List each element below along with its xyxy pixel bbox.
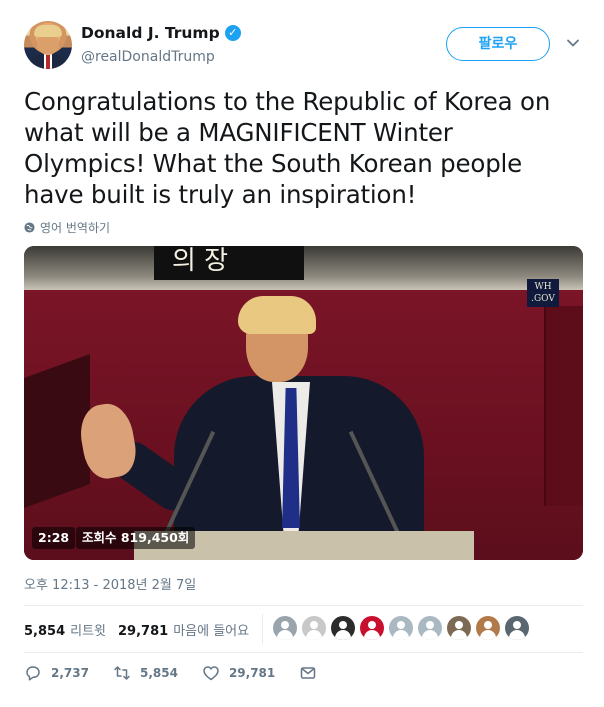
like-count: 29,781	[228, 666, 276, 680]
watermark-line1: WH	[534, 282, 552, 292]
retweet-count: 5,854	[139, 666, 178, 680]
liker-avatar-head	[426, 621, 434, 629]
reply-icon	[26, 666, 40, 681]
liker-avatar-body	[451, 630, 467, 640]
tweet-timestamp[interactable]: 오후 12:13 - 2018년 2월 7일	[24, 574, 196, 593]
video-watermark: WH .GOV	[527, 279, 559, 307]
reply-button[interactable]: 2,737	[24, 664, 89, 682]
video-sign-text: 의 장	[172, 246, 229, 276]
video-player[interactable]: 의 장 WH .GOV 2:28 조회수 819,450회	[24, 246, 583, 560]
video-right-panel	[544, 306, 583, 506]
liker-avatar[interactable]	[505, 616, 529, 640]
verified-badge-icon: ✓	[224, 25, 241, 41]
like-stat-label: 마음에 들어요	[173, 624, 250, 639]
retweet-icon	[114, 666, 130, 680]
like-stat-count: 29,781	[118, 624, 169, 639]
chevron-down-icon[interactable]	[566, 36, 580, 50]
liker-avatar-head	[339, 621, 347, 629]
liker-avatar-head	[281, 621, 289, 629]
like-stat[interactable]: 29,781 마음에 들어요	[118, 620, 249, 639]
divider	[24, 605, 583, 606]
liker-avatar[interactable]	[331, 616, 355, 640]
liker-avatar[interactable]	[389, 616, 413, 640]
liker-avatar[interactable]	[360, 616, 384, 640]
liker-avatar[interactable]	[273, 616, 297, 640]
liker-avatar-head	[513, 621, 521, 629]
video-sign: 의 장	[154, 246, 304, 280]
retweet-button[interactable]: 5,854	[113, 664, 178, 682]
envelope-icon	[301, 667, 316, 679]
liker-avatar-body	[335, 630, 351, 640]
tweet-text: Congratulations to the Republic of Korea…	[24, 87, 551, 209]
globe-icon	[24, 222, 35, 233]
heart-icon	[203, 666, 219, 681]
user-handle[interactable]: @realDonaldTrump	[81, 49, 215, 65]
retweet-stat-count: 5,854	[24, 624, 66, 639]
avatar[interactable]	[24, 21, 72, 69]
stats-separator	[262, 614, 263, 644]
direct-message-button[interactable]	[299, 664, 317, 682]
video-speaker-hair	[238, 296, 316, 334]
translate-label: 영어 번역하기	[40, 221, 111, 235]
tweet-stats: 5,854 리트윗 29,781 마음에 들어요	[24, 620, 249, 639]
liker-avatar[interactable]	[476, 616, 500, 640]
watermark-line2: .GOV	[531, 294, 555, 304]
liker-avatar[interactable]	[418, 616, 442, 640]
liker-avatar-body	[509, 630, 525, 640]
liker-avatar-body	[480, 630, 496, 640]
video-duration: 2:28	[32, 527, 76, 549]
name-row: Donald J. Trump ✓	[81, 24, 241, 42]
liker-avatar-head	[397, 621, 405, 629]
avatar-hair	[34, 25, 62, 37]
like-button[interactable]: 29,781	[202, 664, 275, 682]
reply-count: 2,737	[51, 666, 89, 680]
liker-avatar-body	[364, 630, 380, 640]
divider	[24, 652, 583, 653]
liker-avatar-head	[310, 621, 318, 629]
liker-avatar-head	[484, 621, 492, 629]
action-bar: 2,737 5,854 29,781	[24, 664, 341, 682]
liker-avatar[interactable]	[302, 616, 326, 640]
liker-avatar-head	[368, 621, 376, 629]
retweet-stat[interactable]: 5,854 리트윗	[24, 620, 106, 639]
liker-avatar-body	[393, 630, 409, 640]
liker-avatar-body	[422, 630, 438, 640]
translate-link[interactable]: 영어 번역하기	[24, 219, 110, 236]
liker-avatar-body	[306, 630, 322, 640]
liker-avatar-head	[455, 621, 463, 629]
retweet-stat-label: 리트윗	[70, 624, 107, 639]
liker-avatars	[273, 616, 529, 640]
video-view-count: 조회수 819,450회	[76, 527, 196, 549]
display-name[interactable]: Donald J. Trump	[81, 24, 220, 42]
liker-avatar-body	[277, 630, 293, 640]
follow-button[interactable]: 팔로우	[446, 27, 550, 61]
avatar-tie	[46, 55, 50, 69]
liker-avatar[interactable]	[447, 616, 471, 640]
tweet-card: Donald J. Trump ✓ @realDonaldTrump 팔로우 C…	[0, 0, 604, 707]
